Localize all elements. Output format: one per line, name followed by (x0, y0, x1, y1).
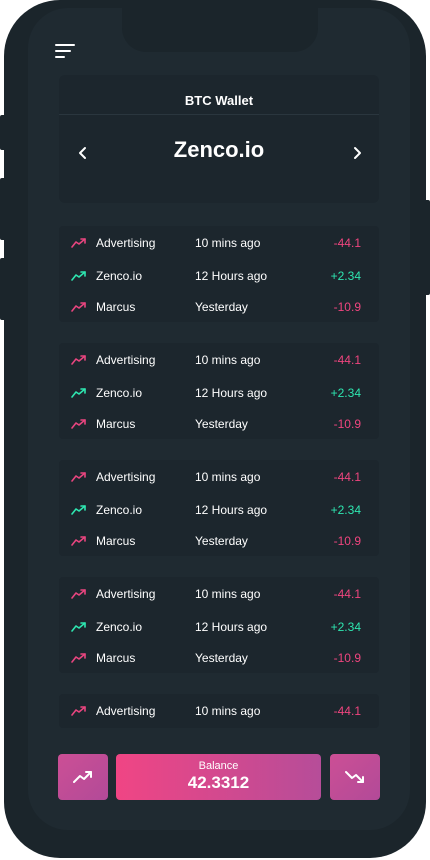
transaction-time: 12 Hours ago (195, 386, 268, 400)
transaction-amount: -10.9 (333, 417, 361, 431)
transaction-row[interactable]: Advertising 10 mins ago -44.1 (59, 463, 379, 493)
app-screen: BTC Wallet Zenco.io Balance 42.3312 Adve… (28, 8, 410, 830)
trending-down-icon (71, 355, 86, 365)
transaction-amount: -44.1 (333, 470, 361, 484)
transaction-name: Marcus (96, 534, 136, 548)
transaction-group: Advertising 10 mins ago -44.1 Zenco.io 12 Ho… (59, 460, 379, 556)
transaction-amount: +2.34 (330, 386, 361, 400)
transaction-amount: +2.34 (330, 269, 361, 283)
transaction-time: 10 mins ago (195, 587, 261, 601)
transaction-name: Marcus (96, 300, 136, 314)
transaction-amount: -10.9 (333, 300, 361, 314)
transaction-row[interactable]: Marcus Yesterday -10.9 (59, 644, 379, 674)
transaction-name: Advertising (96, 353, 156, 367)
trending-down-icon (71, 238, 86, 248)
trending-up-icon (71, 271, 86, 281)
balance-value: 42.3312 (187, 773, 250, 792)
transaction-time: 12 Hours ago (195, 269, 268, 283)
trending-down-icon (71, 536, 86, 546)
transaction-row[interactable]: Advertising 10 mins ago -44.1 (59, 229, 379, 259)
transaction-row[interactable]: Marcus Yesterday -10.9 (59, 527, 379, 557)
wallet-title: BTC Wallet (184, 93, 254, 108)
send-button[interactable] (58, 754, 108, 800)
trending-down-icon (71, 302, 86, 312)
balance-label: Balance (198, 760, 239, 772)
trending-down-icon (71, 653, 86, 663)
transaction-name: Zenco.io (96, 620, 143, 634)
transaction-time: 10 mins ago (195, 236, 261, 250)
trending-up-icon (71, 622, 86, 632)
trending-down-icon (71, 419, 86, 429)
transaction-amount: -44.1 (333, 353, 361, 367)
trending-up-icon (71, 388, 86, 398)
wallet-card: BTC Wallet Zenco.io (59, 75, 379, 203)
transaction-time: Yesterday (195, 651, 248, 665)
transaction-group: Advertising 10 mins ago -44.1 Zenco.io 12 Ho… (59, 343, 379, 439)
phone-frame: BTC Wallet Zenco.io Balance 42.3312 Adve… (4, 0, 426, 858)
transaction-row[interactable]: Advertising 10 mins ago -44.1 (59, 580, 379, 610)
balance-button[interactable]: Balance 42.3312 (116, 754, 321, 800)
divider (59, 114, 379, 115)
transaction-row[interactable]: Zenco.io 12 Hours ago +2.34 (59, 379, 379, 409)
transaction-name: Advertising (96, 587, 156, 601)
transaction-row[interactable]: Zenco.io 12 Hours ago +2.34 (59, 496, 379, 526)
menu-icon[interactable] (55, 44, 75, 60)
transaction-row[interactable]: Zenco.io 12 Hours ago +2.34 (59, 613, 379, 643)
transaction-amount: -10.9 (333, 651, 361, 665)
transaction-time: 12 Hours ago (195, 620, 268, 634)
transaction-amount: -10.9 (333, 534, 361, 548)
transaction-name: Advertising (96, 236, 156, 250)
wallet-name: Zenco.io (173, 137, 265, 162)
transaction-row[interactable]: Marcus Yesterday -10.9 (59, 293, 379, 323)
transaction-name: Zenco.io (96, 269, 143, 283)
transaction-name: Advertising (96, 704, 156, 718)
transaction-time: 10 mins ago (195, 704, 261, 718)
transaction-name: Marcus (96, 651, 136, 665)
transaction-time: 12 Hours ago (195, 503, 268, 517)
trending-up-icon (71, 505, 86, 515)
transaction-time: Yesterday (195, 534, 248, 548)
trending-up-icon (73, 771, 92, 783)
transaction-row[interactable]: Advertising 10 mins ago -44.1 (59, 697, 379, 727)
transaction-time: 10 mins ago (195, 470, 261, 484)
notch (122, 8, 318, 52)
transaction-amount: +2.34 (330, 620, 361, 634)
chevron-right-icon[interactable] (349, 145, 365, 161)
trending-down-icon (71, 472, 86, 482)
transaction-group: Advertising 10 mins ago -44.1 Zenco.io 12 Ho… (59, 577, 379, 673)
trending-down-icon (71, 706, 86, 716)
transaction-row[interactable]: Zenco.io 12 Hours ago +2.34 (59, 262, 379, 292)
transaction-amount: -44.1 (333, 236, 361, 250)
transaction-amount: -44.1 (333, 704, 361, 718)
transaction-name: Marcus (96, 417, 136, 431)
transaction-name: Zenco.io (96, 386, 143, 400)
transaction-group: Advertising 10 mins ago -44.1 Zenco.io 12 Ho… (59, 226, 379, 322)
transaction-time: 10 mins ago (195, 353, 261, 367)
transaction-name: Advertising (96, 470, 156, 484)
receive-button[interactable] (330, 754, 380, 800)
transaction-group: Advertising 10 mins ago -44.1 (59, 694, 379, 728)
transaction-time: Yesterday (195, 300, 248, 314)
transaction-amount: +2.34 (330, 503, 361, 517)
transaction-row[interactable]: Marcus Yesterday -10.9 (59, 410, 379, 440)
trending-down-icon (71, 589, 86, 599)
trending-down-icon (345, 771, 364, 783)
transaction-amount: -44.1 (333, 587, 361, 601)
transaction-name: Zenco.io (96, 503, 143, 517)
transaction-row[interactable]: Advertising 10 mins ago -44.1 (59, 346, 379, 376)
transaction-time: Yesterday (195, 417, 248, 431)
